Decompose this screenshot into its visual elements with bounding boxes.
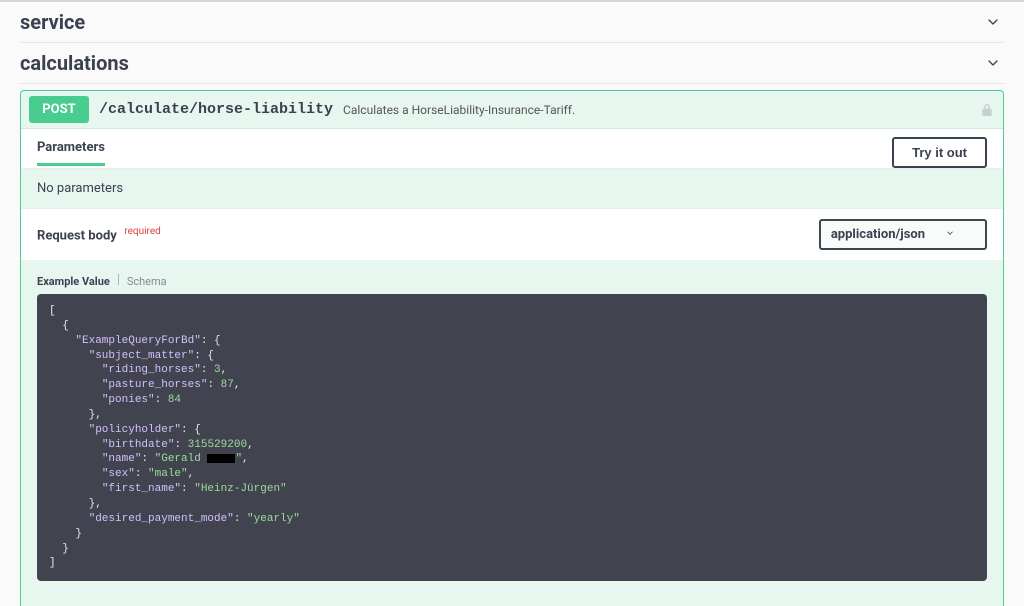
- tab-schema[interactable]: Schema: [127, 275, 167, 288]
- chevron-down-icon: [945, 227, 955, 242]
- lock-icon[interactable]: [979, 102, 995, 118]
- request-body-label: Request body: [37, 228, 117, 243]
- example-code-block[interactable]: [ { "ExampleQueryForBd": { "subject_matt…: [37, 294, 987, 581]
- content-type-select[interactable]: application/json: [819, 219, 987, 250]
- section-service[interactable]: service: [20, 2, 1004, 43]
- required-mark: required: [124, 226, 160, 237]
- tab-parameters[interactable]: Parameters: [37, 140, 105, 166]
- http-method-badge: POST: [29, 96, 89, 123]
- try-it-out-button[interactable]: Try it out: [892, 137, 987, 168]
- content-type-value: application/json: [831, 227, 925, 242]
- operation-path: /calculate/horse-liability: [99, 101, 333, 118]
- chevron-down-icon: [982, 11, 1004, 33]
- section-title-calculations: calculations: [20, 51, 129, 75]
- operation-description: Calculates a HorseLiability-Insurance-Ta…: [343, 103, 575, 117]
- example-tabs: Example Value Schema: [37, 274, 987, 288]
- tab-example-value[interactable]: Example Value: [37, 275, 110, 288]
- operation-summary[interactable]: POST /calculate/horse-liability Calculat…: [21, 91, 1003, 129]
- no-parameters-text: No parameters: [21, 168, 1003, 208]
- chevron-down-icon: [982, 52, 1004, 74]
- section-calculations[interactable]: calculations: [20, 43, 1004, 84]
- section-title-service: service: [20, 10, 85, 34]
- operation-block: POST /calculate/horse-liability Calculat…: [20, 90, 1004, 606]
